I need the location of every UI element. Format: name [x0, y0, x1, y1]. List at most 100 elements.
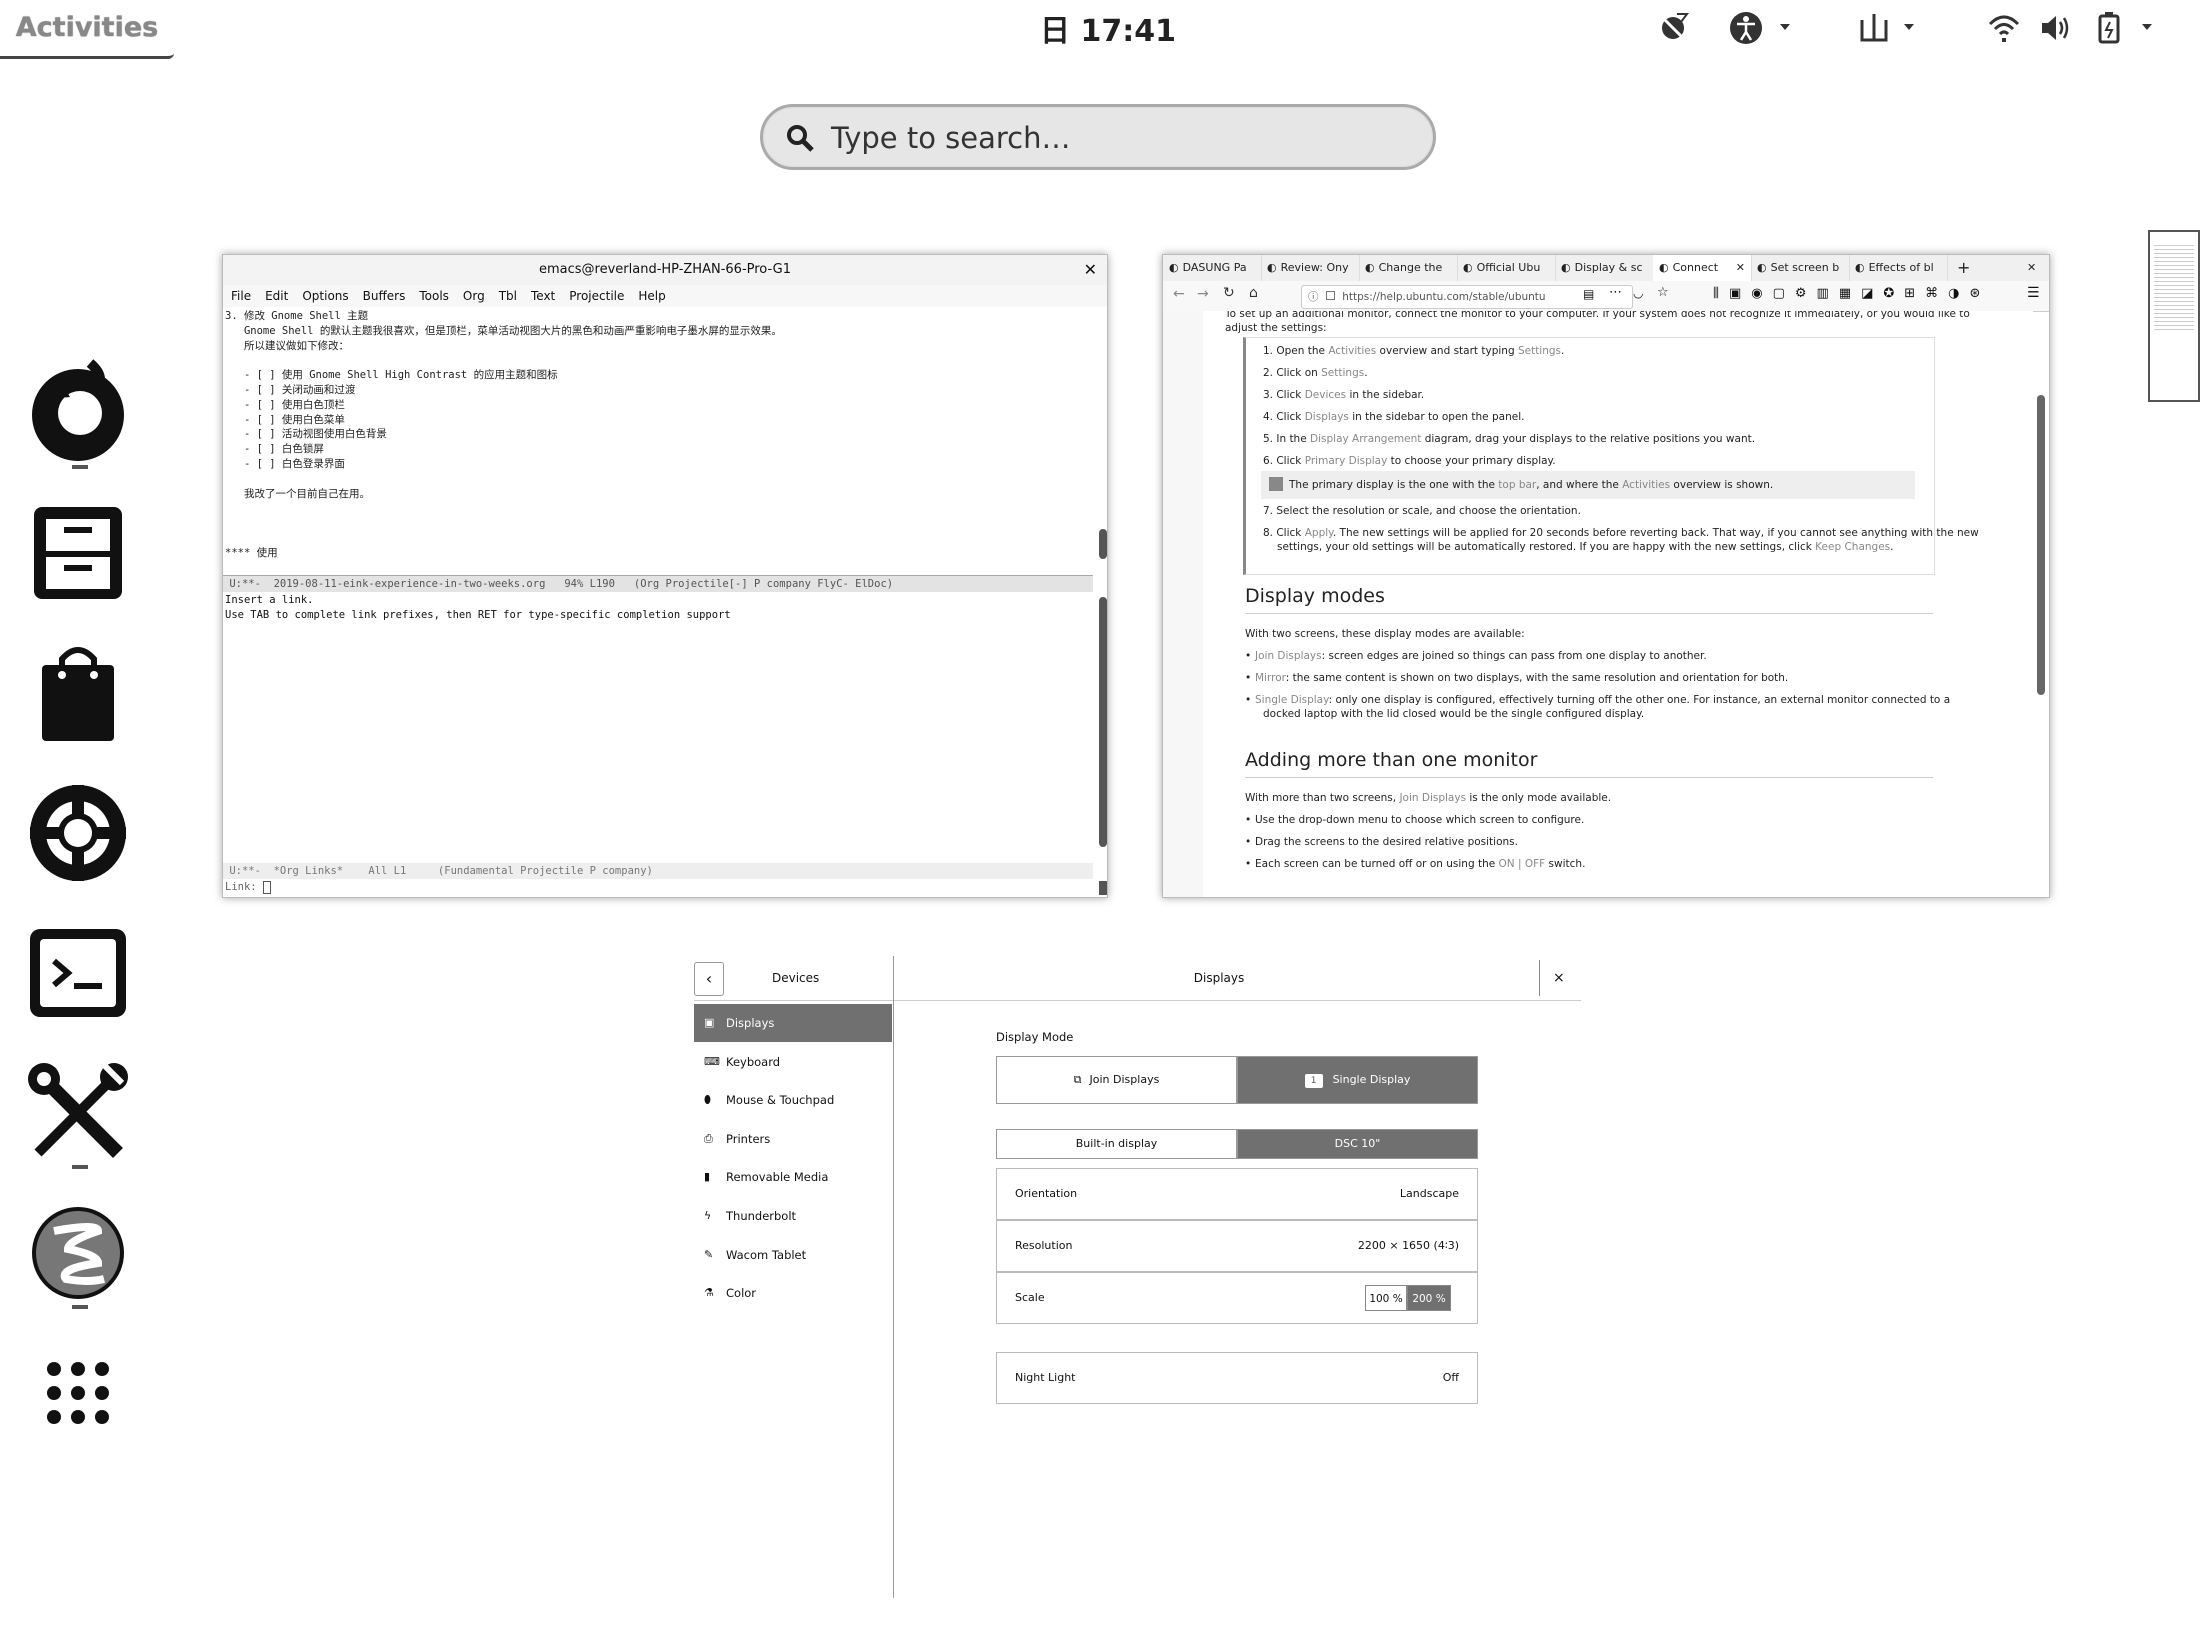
- browser-tab[interactable]: ◐ Change the: [1359, 255, 1458, 281]
- dash-show-apps[interactable]: [18, 1333, 138, 1453]
- browser-tab[interactable]: ◐ Review: Ony: [1261, 255, 1360, 281]
- resolution-row[interactable]: Resolution 2200 × 1650 (4∶3): [996, 1220, 1478, 1272]
- dash-tools[interactable]: [18, 1053, 138, 1173]
- page-link[interactable]: Mirror: [1255, 672, 1286, 684]
- hamburger-menu-icon[interactable]: ☰: [2027, 285, 2040, 301]
- emacs-minibuffer[interactable]: Link:: [225, 879, 1095, 895]
- page-link[interactable]: Join Displays: [1399, 792, 1466, 804]
- printer-icon: ⎙: [704, 1131, 713, 1145]
- home-icon[interactable]: ⌂: [1249, 285, 1258, 301]
- scale-200-button[interactable]: 200 %: [1407, 1285, 1451, 1311]
- sidebar-item-wacom-tablet[interactable]: ✎ Wacom Tablet: [694, 1236, 892, 1274]
- page-link[interactable]: Primary Display: [1305, 455, 1388, 467]
- pocket-icon[interactable]: ◡: [1633, 286, 1643, 300]
- battery-menu[interactable]: [2094, 10, 2164, 46]
- sidebar-item-color[interactable]: ⚗ Color: [694, 1274, 892, 1312]
- dash-files[interactable]: [18, 493, 138, 613]
- dash-help[interactable]: [18, 773, 138, 893]
- orientation-row[interactable]: Orientation Landscape: [996, 1168, 1478, 1220]
- page-link[interactable]: ON | OFF: [1499, 858, 1546, 870]
- wifi-icon[interactable]: [1984, 10, 2024, 46]
- sidebar-item-printers[interactable]: ⎙ Printers: [694, 1120, 892, 1158]
- reload-icon[interactable]: ↻: [1223, 285, 1235, 301]
- page-text: diagram, drag your displays to the relat…: [1421, 433, 1756, 445]
- browser-tab[interactable]: ◐ Set screen b: [1751, 255, 1850, 281]
- web-page[interactable]: To set up an additional monitor, connect…: [1163, 311, 2033, 897]
- browser-tab[interactable]: ◐ Official Ubu: [1457, 255, 1556, 281]
- page-link[interactable]: Settings: [1518, 345, 1561, 357]
- forward-icon[interactable]: →: [1197, 286, 1209, 302]
- page-link[interactable]: Single Display: [1255, 694, 1329, 706]
- join-displays-button[interactable]: ⧉ Join Displays: [996, 1056, 1237, 1104]
- dsc-display-button[interactable]: DSC 10": [1237, 1129, 1478, 1159]
- browser-tab[interactable]: ◐ Effects of bl: [1849, 255, 1948, 281]
- page-link[interactable]: Settings: [1321, 367, 1364, 379]
- builtin-display-button[interactable]: Built-in display: [996, 1129, 1237, 1159]
- workspace-thumbnail[interactable]: [2148, 230, 2200, 402]
- emacs-titlebar[interactable]: emacs@reverland-HP-ZHAN-66-Pro-G1 ✕: [223, 255, 1107, 286]
- menu-help[interactable]: Help: [638, 289, 665, 303]
- menu-buffers[interactable]: Buffers: [363, 289, 406, 303]
- page-link[interactable]: Devices: [1305, 389, 1346, 401]
- menu-file[interactable]: File: [231, 289, 251, 303]
- sidebar-item-removable-media[interactable]: ▮ Removable Media: [694, 1158, 892, 1196]
- accessibility-menu[interactable]: [1728, 10, 1800, 46]
- clock[interactable]: 日 17:41: [1040, 6, 1176, 52]
- scrollbar[interactable]: [1099, 529, 1107, 559]
- menu-tbl[interactable]: Tbl: [499, 289, 517, 303]
- browser-tab[interactable]: ◐ Connect ✕: [1653, 255, 1752, 281]
- scrollbar[interactable]: [1099, 881, 1107, 895]
- sidebar-item-keyboard[interactable]: ⌨ Keyboard: [694, 1043, 892, 1081]
- back-button[interactable]: ‹: [694, 962, 724, 996]
- back-icon[interactable]: ←: [1173, 286, 1185, 302]
- firefox-window[interactable]: ◐ DASUNG Pa ◐ Review: Ony ◐ Change the ◐ Offici…: [1162, 254, 2050, 898]
- browser-tab[interactable]: ◐ Display & sc: [1555, 255, 1654, 281]
- night-light-icon[interactable]: [1654, 10, 1694, 46]
- activities-button[interactable]: Activities: [0, 0, 174, 59]
- dash-terminal[interactable]: [18, 913, 138, 1033]
- menu-projectile[interactable]: Projectile: [569, 289, 624, 303]
- page-link[interactable]: Activities: [1622, 479, 1670, 491]
- scrollbar[interactable]: [1099, 597, 1107, 847]
- tab-close-icon[interactable]: ✕: [1736, 255, 1745, 281]
- menu-edit[interactable]: Edit: [265, 289, 288, 303]
- page-link[interactable]: top bar: [1498, 479, 1536, 491]
- dash-software[interactable]: [18, 633, 138, 753]
- menu-tools[interactable]: Tools: [419, 289, 449, 303]
- scale-100-button[interactable]: 100 %: [1365, 1285, 1407, 1311]
- sidebar-item-displays[interactable]: ▣ Displays: [694, 1004, 892, 1042]
- menu-text[interactable]: Text: [531, 289, 555, 303]
- emacs-links-buffer[interactable]: Insert a link. Use TAB to complete link p…: [225, 593, 1085, 833]
- dash-emacs[interactable]: [18, 1193, 138, 1313]
- page-text: overview and start typing: [1376, 345, 1518, 357]
- page-text: .: [1364, 367, 1368, 379]
- single-display-button[interactable]: 1 Single Display: [1237, 1056, 1478, 1104]
- page-link[interactable]: Activities: [1328, 345, 1376, 357]
- page-link[interactable]: Join Displays: [1255, 650, 1322, 662]
- new-tab-icon[interactable]: +: [1957, 255, 1981, 281]
- close-icon[interactable]: ✕: [2027, 255, 2047, 281]
- extensions-toolbar[interactable]: ⫼▣◉▢⚙▥▦◪✪⊞⌘◑⊛: [1713, 286, 1990, 301]
- page-link[interactable]: Displays: [1305, 411, 1349, 423]
- scrollbar[interactable]: [2037, 395, 2045, 695]
- close-icon[interactable]: ✕: [1084, 255, 1097, 285]
- sidebar-item-mouse-touchpad[interactable]: ⬮ Mouse & Touchpad: [694, 1081, 892, 1119]
- dash-firefox[interactable]: [18, 355, 138, 475]
- search-input[interactable]: Type to search…: [760, 104, 1436, 170]
- input-method-menu[interactable]: [1856, 10, 1926, 46]
- emacs-window[interactable]: emacs@reverland-HP-ZHAN-66-Pro-G1 ✕ File…: [222, 254, 1108, 898]
- menu-org[interactable]: Org: [463, 289, 485, 303]
- menu-options[interactable]: Options: [302, 289, 348, 303]
- page-actions-icon[interactable]: ⋯: [1609, 285, 1622, 300]
- reader-view-icon[interactable]: ▤: [1583, 287, 1594, 301]
- help-lifebuoy-icon: [30, 785, 126, 881]
- night-light-row[interactable]: Night Light Off: [996, 1352, 1478, 1404]
- page-link[interactable]: Keep Changes: [1815, 541, 1890, 553]
- page-link[interactable]: Apply: [1305, 527, 1333, 539]
- bookmark-star-icon[interactable]: ☆: [1657, 285, 1669, 300]
- sidebar-item-thunderbolt[interactable]: ϟ Thunderbolt: [694, 1197, 892, 1235]
- browser-tab[interactable]: ◐ DASUNG Pa: [1163, 255, 1262, 281]
- close-icon[interactable]: ×: [1553, 956, 1565, 1000]
- page-link[interactable]: Display Arrangement: [1310, 433, 1421, 445]
- volume-icon[interactable]: [2036, 10, 2076, 46]
